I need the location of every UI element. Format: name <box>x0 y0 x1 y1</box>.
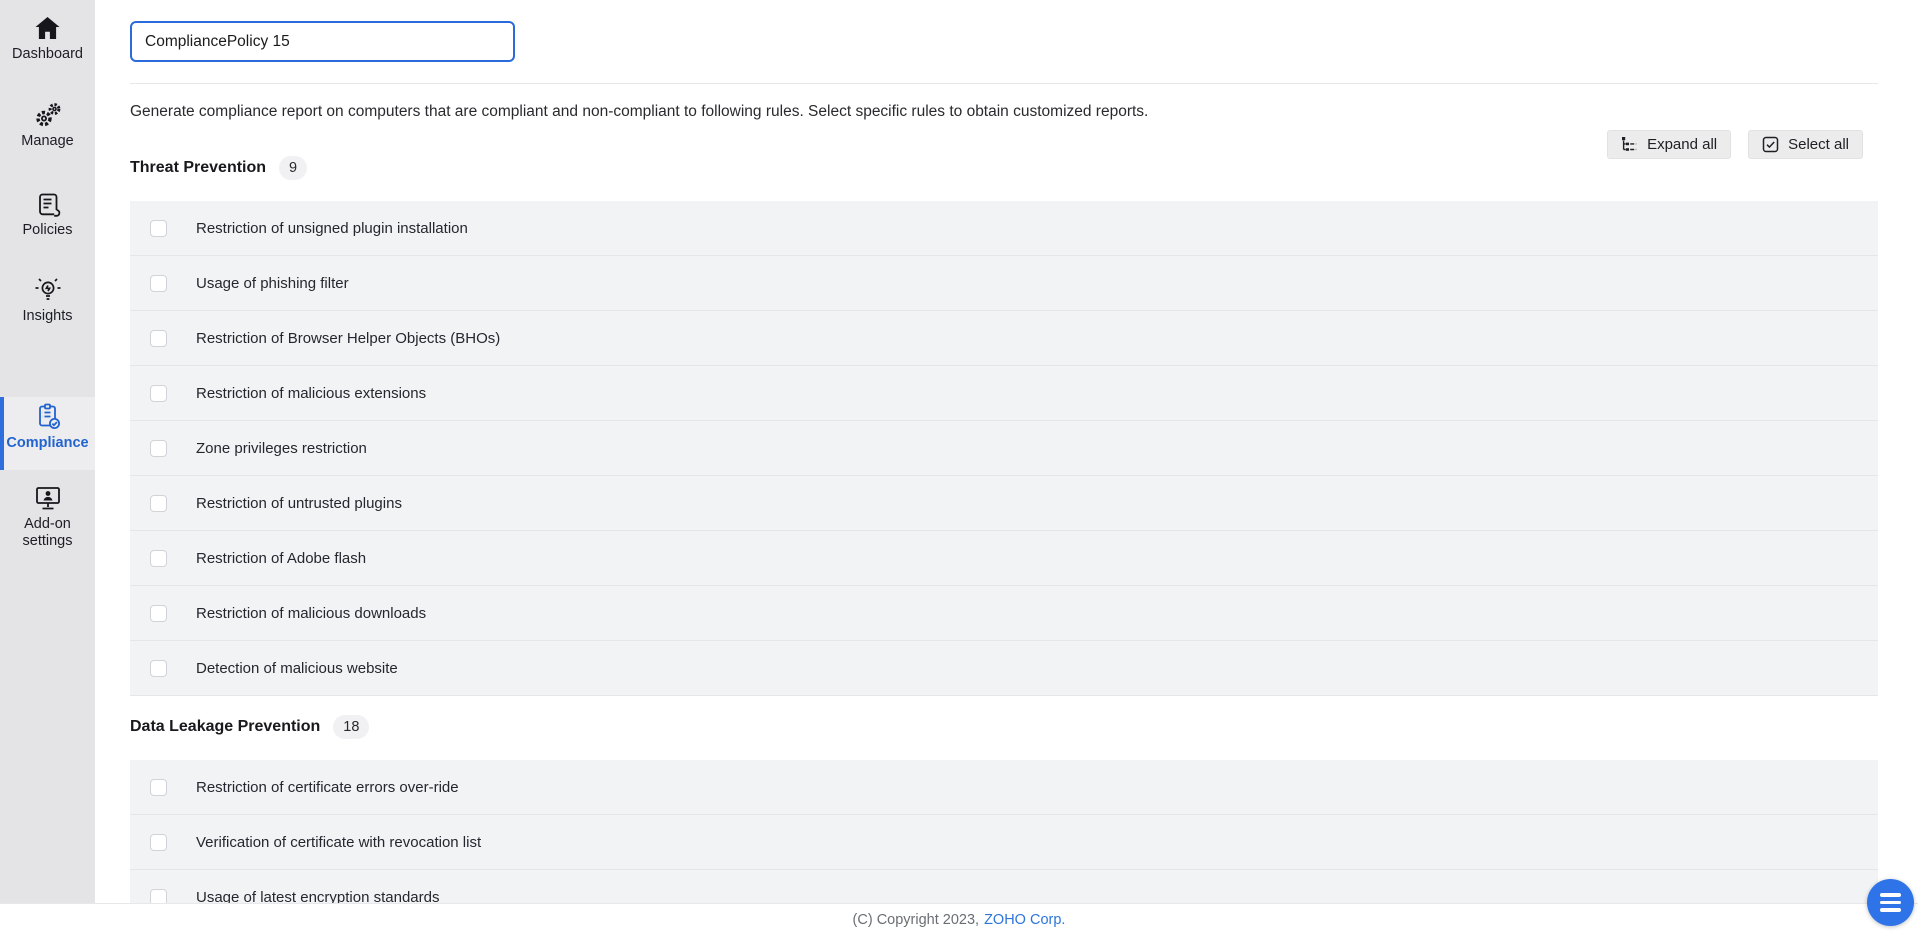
copyright-text: (C) Copyright 2023, <box>852 911 980 928</box>
sidebar-item-label: Policies <box>22 222 73 238</box>
rule-count-badge: 18 <box>333 715 370 739</box>
monitor-share-icon <box>0 483 95 513</box>
rule-label: Restriction of untrusted plugins <box>196 494 402 512</box>
rule-label: Restriction of unsigned plugin installat… <box>196 219 468 237</box>
toolbar: Expand all Select all <box>1607 130 1863 159</box>
rule-row[interactable]: Restriction of malicious downloads <box>130 586 1878 641</box>
rule-checkbox[interactable] <box>150 833 167 851</box>
sidebar-item-policies[interactable]: Policies <box>0 189 95 239</box>
menu-fab-button[interactable] <box>1867 879 1914 926</box>
rule-checkbox[interactable] <box>150 549 167 567</box>
rule-label: Detection of malicious website <box>196 659 398 677</box>
rule-label: Zone privileges restriction <box>196 439 367 457</box>
section-header-data-leakage-prevention: Data Leakage Prevention 18 <box>130 715 1878 739</box>
rule-row[interactable]: Usage of phishing filter <box>130 256 1878 311</box>
rule-row[interactable]: Restriction of unsigned plugin installat… <box>130 201 1878 256</box>
expand-tree-icon <box>1621 136 1638 153</box>
rule-checkbox[interactable] <box>150 439 167 457</box>
rule-checkbox[interactable] <box>150 384 167 402</box>
header-divider <box>130 83 1878 84</box>
sidebar-item-dashboard[interactable]: Dashboard <box>0 13 95 63</box>
scroll-icon <box>0 189 95 219</box>
sidebar: Dashboard Manage Policies Insights Compl… <box>0 0 95 903</box>
sidebar-item-compliance[interactable]: Compliance <box>0 397 95 470</box>
rule-row[interactable]: Restriction of certificate errors over-r… <box>130 760 1878 815</box>
rule-row[interactable]: Restriction of Adobe flash <box>130 531 1878 586</box>
section-header-threat-prevention: Threat Prevention 9 <box>130 156 1878 180</box>
sidebar-item-label: Compliance <box>6 435 89 451</box>
hamburger-menu-icon <box>1880 893 1901 897</box>
home-icon <box>0 13 95 43</box>
rule-label: Restriction of certificate errors over-r… <box>196 778 459 796</box>
active-indicator-bar <box>0 397 4 470</box>
rule-row[interactable]: Zone privileges restriction <box>130 421 1878 476</box>
gears-icon <box>0 100 95 130</box>
sidebar-item-label: Manage <box>21 133 74 149</box>
rule-row[interactable]: Restriction of Browser Helper Objects (B… <box>130 311 1878 366</box>
section-title: Threat Prevention <box>130 159 267 176</box>
rule-row[interactable]: Restriction of malicious extensions <box>130 366 1878 421</box>
rule-checkbox[interactable] <box>150 219 167 237</box>
rule-row[interactable]: Detection of malicious website <box>130 641 1878 696</box>
rule-checkbox[interactable] <box>150 494 167 512</box>
data-leakage-prevention-rules-list: Restriction of certificate errors over-r… <box>130 760 1878 925</box>
sidebar-item-insights[interactable]: Insights <box>0 275 95 325</box>
page-description: Generate compliance report on computers … <box>130 103 1149 120</box>
expand-all-label: Expand all <box>1647 136 1718 153</box>
clipboard-check-icon <box>0 402 95 432</box>
select-all-label: Select all <box>1788 136 1849 153</box>
rule-label: Restriction of Adobe flash <box>196 549 367 567</box>
expand-all-button[interactable]: Expand all <box>1607 130 1732 159</box>
zoho-corp-link[interactable]: ZOHO Corp. <box>984 912 1065 928</box>
rule-label: Usage of phishing filter <box>196 274 349 292</box>
rule-count-badge: 9 <box>279 156 308 180</box>
lightbulb-icon <box>0 275 95 305</box>
rule-checkbox[interactable] <box>150 659 167 677</box>
section-title: Data Leakage Prevention <box>130 718 321 735</box>
rule-label: Restriction of Browser Helper Objects (B… <box>196 329 501 347</box>
rule-checkbox[interactable] <box>150 604 167 622</box>
sidebar-item-label: Dashboard <box>12 46 83 62</box>
checkbox-checked-icon <box>1762 136 1779 153</box>
rule-checkbox[interactable] <box>150 329 167 347</box>
rule-label: Verification of certificate with revocat… <box>196 833 482 851</box>
policy-name-input[interactable] <box>130 21 515 62</box>
sidebar-item-addon-settings[interactable]: Add-on settings <box>0 483 95 550</box>
select-all-button[interactable]: Select all <box>1748 130 1863 159</box>
rule-checkbox[interactable] <box>150 778 167 796</box>
sidebar-item-label: Add-on settings <box>22 516 73 549</box>
threat-prevention-rules-list: Restriction of unsigned plugin installat… <box>130 201 1878 696</box>
footer: (C) Copyright 2023, ZOHO Corp. <box>0 903 1918 935</box>
sidebar-item-manage[interactable]: Manage <box>0 100 95 150</box>
rule-row[interactable]: Restriction of untrusted plugins <box>130 476 1878 531</box>
rule-label: Restriction of malicious extensions <box>196 384 427 402</box>
sidebar-item-label: Insights <box>22 308 73 324</box>
rule-checkbox[interactable] <box>150 274 167 292</box>
rule-label: Restriction of malicious downloads <box>196 604 427 622</box>
rule-row[interactable]: Verification of certificate with revocat… <box>130 815 1878 870</box>
